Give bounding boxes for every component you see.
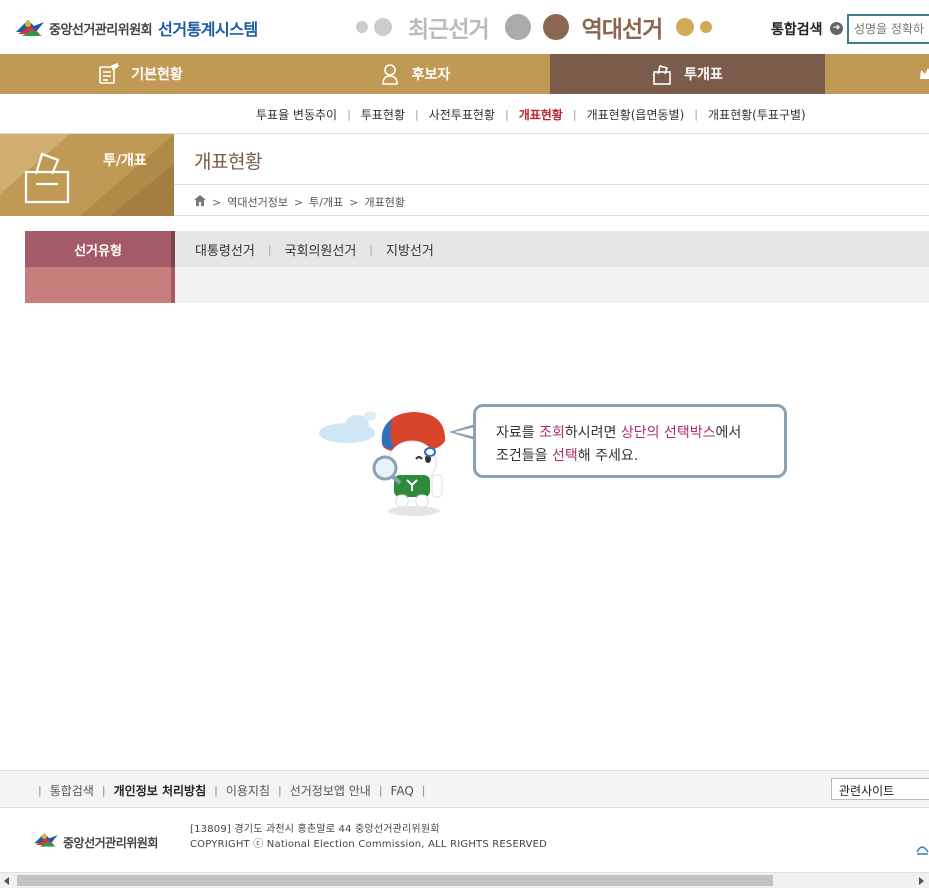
election-switch: 최근선거 역대선거 bbox=[356, 10, 713, 44]
footer-links: | 통합검색 | 개인정보 처리방침 | 이용지침 | 선거정보앱 안내 | F… bbox=[38, 782, 426, 799]
election-type-label: 선거유형 bbox=[25, 231, 175, 267]
subnav-item-label: 개표현황(읍면동별) bbox=[586, 108, 685, 122]
search-input[interactable] bbox=[847, 14, 929, 44]
nec-emblem-icon bbox=[14, 16, 46, 40]
site-logo[interactable]: 중앙선거관리위원회 선거통계시스템 bbox=[14, 16, 258, 40]
footer-link-app[interactable]: 선거정보앱 안내 bbox=[290, 782, 371, 799]
system-name: 선거통계시스템 bbox=[158, 20, 258, 39]
header: 중앙선거관리위원회 선거통계시스템 최근선거 역대선거 통합검색 ➜ bbox=[0, 0, 929, 54]
subnav-item-label: 투표율 변동추이 bbox=[256, 108, 338, 122]
nav-voting-counting-label: 투개표 bbox=[684, 67, 723, 83]
dot-icon bbox=[700, 21, 713, 33]
footer-link-privacy[interactable]: 개인정보 처리방침 bbox=[114, 782, 207, 799]
footer-address-block: [13809] 경기도 과천시 홍촌말로 44 중앙선거관리위원회 COPYRI… bbox=[190, 822, 547, 852]
dot-icon bbox=[374, 18, 392, 36]
dot-icon bbox=[542, 14, 569, 40]
nav-voting-counting[interactable]: 투개표 bbox=[550, 54, 825, 94]
ballot-box-icon bbox=[652, 63, 672, 85]
divider bbox=[174, 215, 929, 216]
option-presidential[interactable]: 대통령선거 bbox=[195, 240, 255, 259]
footer-address: [13809] 경기도 과천시 홍촌말로 44 중앙선거관리위원회 bbox=[190, 824, 440, 835]
mascot-illustration bbox=[312, 405, 462, 520]
scrollbar-thumb[interactable] bbox=[17, 875, 773, 886]
subnav-item[interactable]: 투표현황 | bbox=[361, 106, 429, 123]
subnav-item-label: 사전투표현황 bbox=[428, 108, 495, 122]
related-sites-select[interactable]: 관련사이트 bbox=[831, 778, 929, 800]
web-accessibility-icon bbox=[916, 840, 929, 860]
chevron-right-icon: > bbox=[349, 195, 359, 209]
subnav-item[interactable]: 개표현황(읍면동별) | bbox=[587, 106, 708, 123]
footer-links-bar: | 통합검색 | 개인정보 처리방침 | 이용지침 | 선거정보앱 안내 | F… bbox=[0, 770, 929, 808]
divider bbox=[174, 184, 929, 185]
nav-elected[interactable] bbox=[825, 54, 929, 94]
nec-emblem-icon bbox=[32, 830, 60, 854]
footer: 중앙선거관리위원회 [13809] 경기도 과천시 홍촌말로 44 중앙선거관리… bbox=[0, 808, 929, 872]
chevron-right-icon: > bbox=[212, 195, 222, 209]
section-tile-label: 투/개표 bbox=[103, 153, 147, 169]
horizontal-scrollbar[interactable] bbox=[0, 872, 929, 888]
message-line-2: 조건들을 선택해 주세요. bbox=[496, 448, 639, 464]
past-election-tab[interactable]: 역대선거 bbox=[582, 10, 664, 44]
footer-link-faq[interactable]: FAQ bbox=[391, 784, 414, 798]
footer-logo: 중앙선거관리위원회 bbox=[32, 830, 158, 854]
option-national-assembly[interactable]: 국회의원선거 bbox=[285, 240, 357, 259]
person-icon bbox=[380, 63, 400, 85]
subnav-item[interactable]: 사전투표현황 | bbox=[429, 106, 519, 123]
arrow-right-icon: ➜ bbox=[830, 22, 843, 35]
filter-sub-header bbox=[25, 267, 175, 303]
scroll-left-icon[interactable] bbox=[4, 877, 9, 885]
subnav-item[interactable]: 투표율 변동추이 | bbox=[256, 106, 361, 123]
instruction-message: 자료를 조회하시려면 상단의 선택박스에서 조건들을 선택해 주세요. bbox=[473, 404, 787, 478]
chevron-right-icon: > bbox=[293, 195, 304, 209]
crown-icon bbox=[919, 66, 929, 82]
dot-icon bbox=[676, 18, 695, 36]
option-local[interactable]: 지방선거 bbox=[386, 240, 434, 259]
nav-candidates-label: 후보자 bbox=[411, 67, 451, 83]
election-type-options: 대통령선거 | 국회의원선거 | 지방선거 bbox=[175, 231, 929, 267]
home-icon[interactable] bbox=[194, 195, 206, 209]
breadcrumb-item[interactable]: 투/개표 bbox=[309, 194, 343, 210]
sub-nav: 투표율 변동추이 | 투표현황 | 사전투표현황 | 개표현황 | 개표현황(읍면동별)… bbox=[0, 94, 929, 134]
message-line-1: 자료를 조회하시려면 상단의 선택박스에서 bbox=[496, 425, 742, 441]
footer-link-guidelines[interactable]: 이용지침 bbox=[226, 782, 270, 799]
page-title: 개표현황 bbox=[194, 151, 262, 173]
breadcrumb-item: 개표현황 bbox=[364, 196, 405, 209]
footer-link-search[interactable]: 통합검색 bbox=[50, 782, 94, 799]
subnav-item-label: 개표현황 bbox=[518, 108, 563, 122]
main-nav: 기본현황 후보자 투개표 bbox=[0, 54, 929, 94]
nav-basic-status[interactable]: 기본현황 bbox=[0, 54, 280, 94]
subnav-item[interactable]: 개표현황(투표구별) bbox=[708, 106, 806, 123]
integrated-search-label: 통합검색 bbox=[771, 22, 823, 38]
breadcrumb-item[interactable]: 역대선거정보 bbox=[227, 194, 288, 210]
footer-org-name: 중앙선거관리위원회 bbox=[63, 835, 158, 850]
org-name: 중앙선거관리위원회 bbox=[49, 22, 153, 38]
subnav-item-active[interactable]: 개표현황 | bbox=[519, 106, 587, 123]
checklist-icon bbox=[97, 63, 120, 85]
breadcrumb: > 역대선거정보 > 투/개표 > 개표현황 bbox=[194, 194, 405, 210]
subnav-item-label: 개표현황(투표구별) bbox=[707, 108, 806, 122]
section-tile: 투/개표 bbox=[0, 134, 174, 216]
scroll-right-icon[interactable] bbox=[919, 877, 924, 885]
nav-basic-status-label: 기본현황 bbox=[131, 67, 183, 83]
recent-election-tab[interactable]: 최근선거 bbox=[408, 10, 490, 44]
dot-icon bbox=[356, 21, 368, 33]
footer-copyright: COPYRIGHT ⓒ National Election Commission… bbox=[190, 839, 548, 850]
dot-icon bbox=[504, 14, 531, 40]
subnav-item-label: 투표현황 bbox=[360, 108, 405, 122]
ballot-box-icon bbox=[22, 144, 72, 210]
filter-sub-options bbox=[175, 267, 929, 303]
nav-candidates[interactable]: 후보자 bbox=[280, 54, 550, 94]
